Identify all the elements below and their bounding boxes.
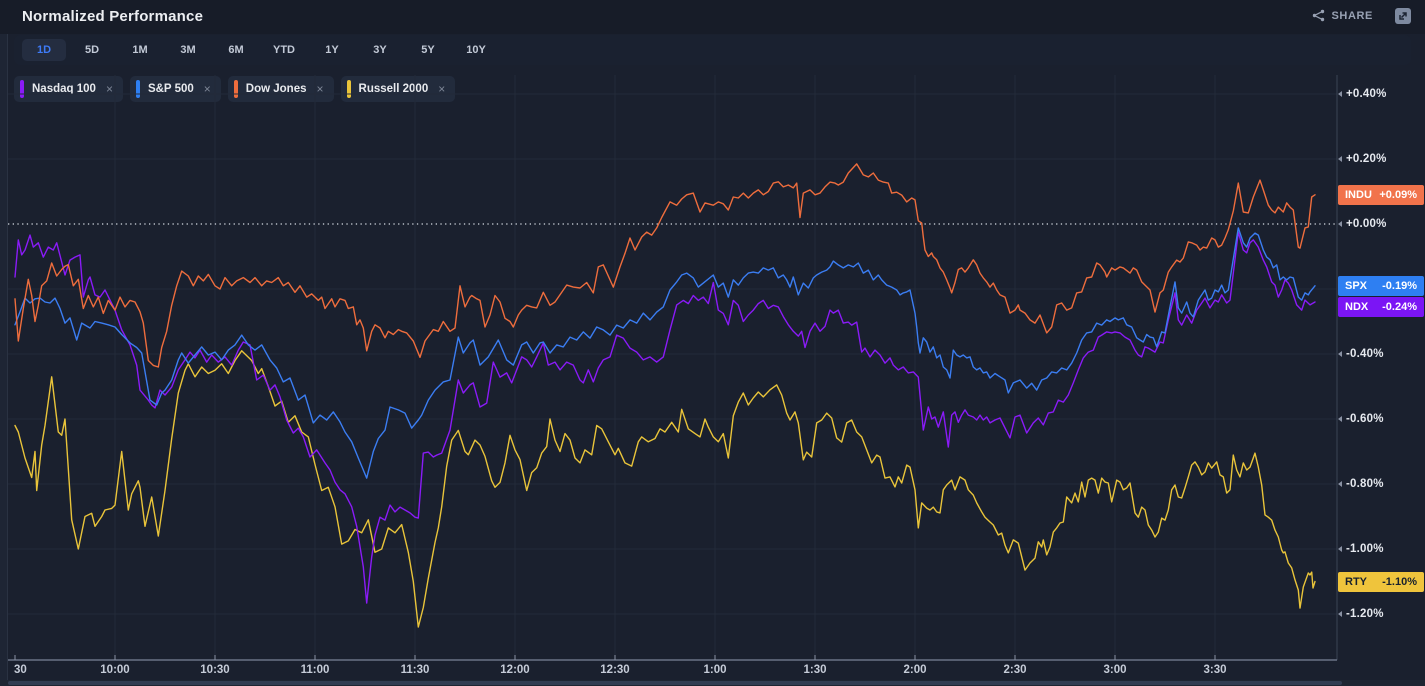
- x-axis-label: 12:00: [500, 664, 529, 676]
- price-badge-spx: SPX -0.19%: [1338, 276, 1424, 296]
- x-axis-label: 10:00: [100, 664, 129, 676]
- x-axis-label: 3:00: [1103, 664, 1126, 676]
- badge-value: +0.09%: [1379, 189, 1417, 201]
- x-axis-label: 12:30: [600, 664, 629, 676]
- price-badge-rty: RTY -1.10%: [1338, 572, 1424, 592]
- x-axis-label: 1:30: [803, 664, 826, 676]
- badge-value: -0.24%: [1382, 301, 1417, 313]
- x-axis-label: 3:30: [1203, 664, 1226, 676]
- performance-chart: [0, 0, 1425, 686]
- x-axis-label: 11:30: [401, 664, 430, 676]
- time-scrollbar-thumb[interactable]: [8, 681, 1342, 685]
- series-line-rty: [15, 351, 1315, 627]
- y-tick-arrow: [1338, 481, 1342, 487]
- x-axis-label: 2:00: [903, 664, 926, 676]
- y-axis-label: +0.40%: [1346, 88, 1387, 100]
- badge-ticker: SPX: [1345, 280, 1367, 292]
- y-axis-label: -1.00%: [1346, 543, 1384, 555]
- x-axis-label: 30: [14, 664, 27, 676]
- badge-ticker: INDU: [1345, 189, 1372, 201]
- series-line-spx: [15, 228, 1315, 478]
- y-tick-arrow: [1338, 156, 1342, 162]
- x-axis-label: 10:30: [200, 664, 229, 676]
- y-axis-label: -1.20%: [1346, 608, 1384, 620]
- y-tick-arrow: [1338, 546, 1342, 552]
- y-tick-arrow: [1338, 416, 1342, 422]
- series-line-indu: [15, 164, 1315, 367]
- badge-value: -1.10%: [1382, 576, 1417, 588]
- y-axis-label: -0.40%: [1346, 348, 1384, 360]
- series-line-ndx: [15, 232, 1315, 603]
- price-badge-indu: INDU +0.09%: [1338, 185, 1424, 205]
- y-tick-arrow: [1338, 611, 1342, 617]
- badge-ticker: RTY: [1345, 576, 1367, 588]
- y-axis-label: -0.80%: [1346, 478, 1384, 490]
- y-axis-label: +0.20%: [1346, 153, 1387, 165]
- price-badge-ndx: NDX -0.24%: [1338, 297, 1424, 317]
- x-axis-label: 1:00: [703, 664, 726, 676]
- normalized-performance-panel: Normalized Performance SHARE 1D5D1M3M6: [0, 0, 1425, 686]
- x-axis-label: 11:00: [301, 664, 330, 676]
- y-tick-arrow: [1338, 91, 1342, 97]
- badge-value: -0.19%: [1382, 280, 1417, 292]
- y-tick-arrow: [1338, 221, 1342, 227]
- badge-ticker: NDX: [1345, 301, 1368, 313]
- x-axis-label: 2:30: [1003, 664, 1026, 676]
- y-tick-arrow: [1338, 351, 1342, 357]
- y-axis-label: +0.00%: [1346, 218, 1387, 230]
- y-axis-label: -0.60%: [1346, 413, 1384, 425]
